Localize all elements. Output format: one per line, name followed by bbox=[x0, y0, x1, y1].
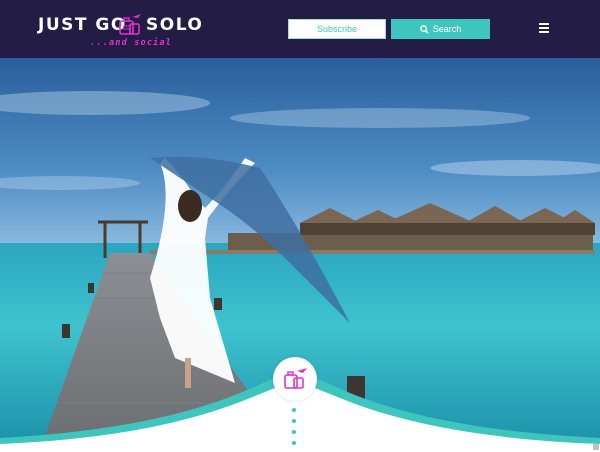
search-button-label: Search bbox=[432, 24, 462, 34]
logo-text-solo: SOLO bbox=[146, 15, 204, 35]
logo-tagline: ...and social bbox=[90, 38, 173, 48]
scroll-indicator-dots bbox=[291, 408, 297, 452]
logo-text-just-go: JUST GO bbox=[38, 15, 127, 35]
search-icon bbox=[419, 24, 429, 34]
hero-badge bbox=[273, 357, 317, 401]
subscribe-button[interactable]: Subscribe bbox=[288, 19, 386, 39]
subscribe-button-label: Subscribe bbox=[316, 24, 358, 34]
site-logo[interactable]: JUST GO SOLO ...and social bbox=[38, 12, 202, 52]
search-button[interactable]: Search bbox=[391, 19, 490, 39]
site-header: JUST GO SOLO ...and social Subscribe Sea… bbox=[0, 0, 600, 58]
suitcase-plane-icon bbox=[284, 368, 307, 389]
hamburger-menu-icon[interactable] bbox=[539, 23, 549, 33]
suitcase-plane-logo-icon bbox=[119, 14, 141, 35]
scrollbar[interactable] bbox=[593, 444, 599, 450]
